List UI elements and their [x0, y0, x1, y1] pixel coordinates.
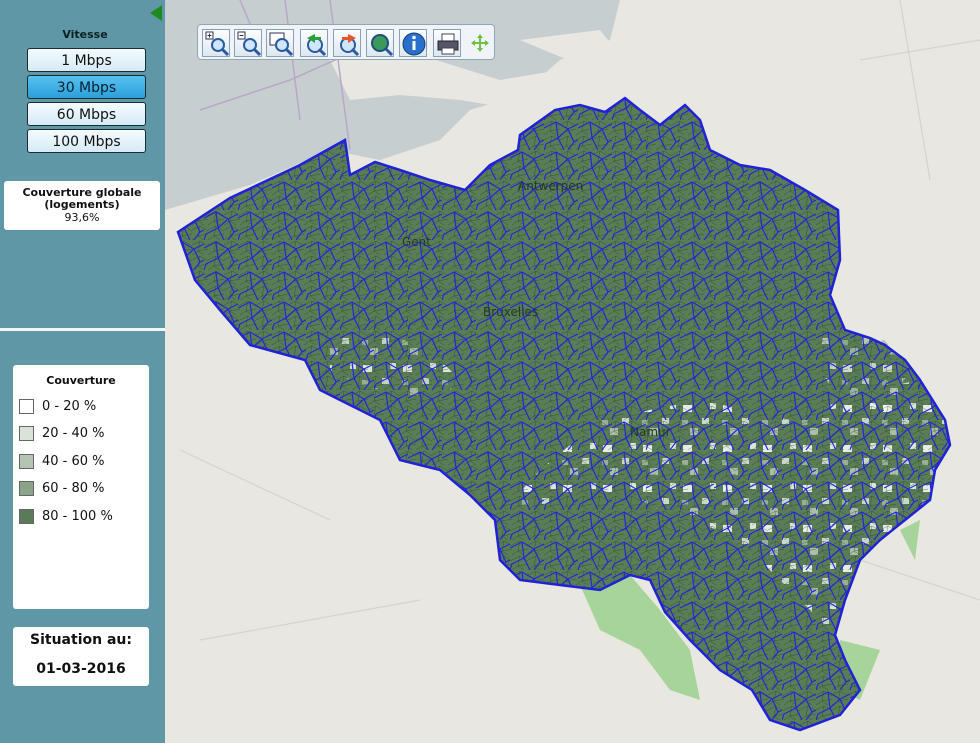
print-button[interactable]: [433, 29, 461, 57]
legend-item: 20 - 40 %: [19, 425, 105, 443]
zoom-extent-button[interactable]: [266, 29, 294, 57]
zoom-extent-icon: [269, 32, 294, 57]
speed-button-1mbps[interactable]: 1 Mbps: [27, 48, 146, 72]
global-coverage-value: 93,6%: [64, 211, 100, 224]
coverage-map[interactable]: Antwerpen Gent Bruxelles Namur: [165, 0, 980, 743]
legend-label: 60 - 80 %: [42, 481, 105, 496]
coverage-legend: Couverture 0 - 20 % 20 - 40 % 40 - 60 % …: [13, 365, 149, 609]
legend-swatch: [19, 509, 34, 524]
legend-label: 40 - 60 %: [42, 454, 105, 469]
pan-forward-icon: [340, 34, 360, 57]
situation-date: 01-03-2016: [36, 661, 126, 677]
city-label-gent: Gent: [402, 235, 431, 249]
pan-forward-button[interactable]: [333, 29, 361, 57]
legend-title: Couverture: [46, 374, 116, 387]
legend-swatch: [19, 426, 34, 441]
sidebar: Vitesse 1 Mbps 30 Mbps 60 Mbps 100 Mbps …: [0, 0, 165, 743]
legend-swatch: [19, 399, 34, 414]
move-button[interactable]: [466, 29, 494, 57]
zoom-out-icon: [237, 31, 262, 57]
legend-item: 80 - 100 %: [19, 508, 113, 526]
legend-item: 0 - 20 %: [19, 398, 96, 416]
speed-title: Vitesse: [62, 28, 108, 41]
info-icon: [402, 32, 426, 56]
city-label-namur: Namur: [630, 425, 671, 439]
situation-label: Situation au:: [30, 632, 132, 648]
map-toolbar: [197, 24, 495, 60]
zoom-full-button[interactable]: [366, 29, 394, 57]
pan-back-button[interactable]: [300, 29, 328, 57]
zoom-out-button[interactable]: [234, 29, 262, 57]
legend-item: 60 - 80 %: [19, 480, 105, 498]
global-coverage-subtitle: (logements): [44, 198, 120, 211]
panel-divider: [0, 328, 165, 331]
pan-back-icon: [307, 34, 327, 57]
speed-button-30mbps[interactable]: 30 Mbps: [27, 75, 146, 99]
collapse-panel-icon[interactable]: [150, 5, 162, 21]
speed-button-60mbps[interactable]: 60 Mbps: [27, 102, 146, 126]
speed-button-100mbps[interactable]: 100 Mbps: [27, 129, 146, 153]
legend-label: 0 - 20 %: [42, 399, 97, 414]
legend-label: 80 - 100 %: [42, 509, 113, 524]
print-icon: [437, 33, 459, 55]
move-icon: [471, 34, 489, 52]
situation-box: Situation au: 01-03-2016: [13, 627, 149, 686]
zoom-in-button[interactable]: [202, 29, 230, 57]
legend-swatch: [19, 481, 34, 496]
legend-swatch: [19, 454, 34, 469]
zoom-full-icon: [371, 34, 394, 57]
global-coverage-box: Couverture globale (logements) 93,6%: [4, 181, 160, 230]
city-label-bruxelles: Bruxelles: [483, 305, 538, 319]
legend-item: 40 - 60 %: [19, 453, 105, 471]
info-button[interactable]: [399, 29, 427, 57]
legend-label: 20 - 40 %: [42, 426, 105, 441]
zoom-in-icon: [205, 31, 230, 57]
global-coverage-title: Couverture globale: [22, 186, 142, 199]
city-label-antwerpen: Antwerpen: [518, 179, 583, 193]
